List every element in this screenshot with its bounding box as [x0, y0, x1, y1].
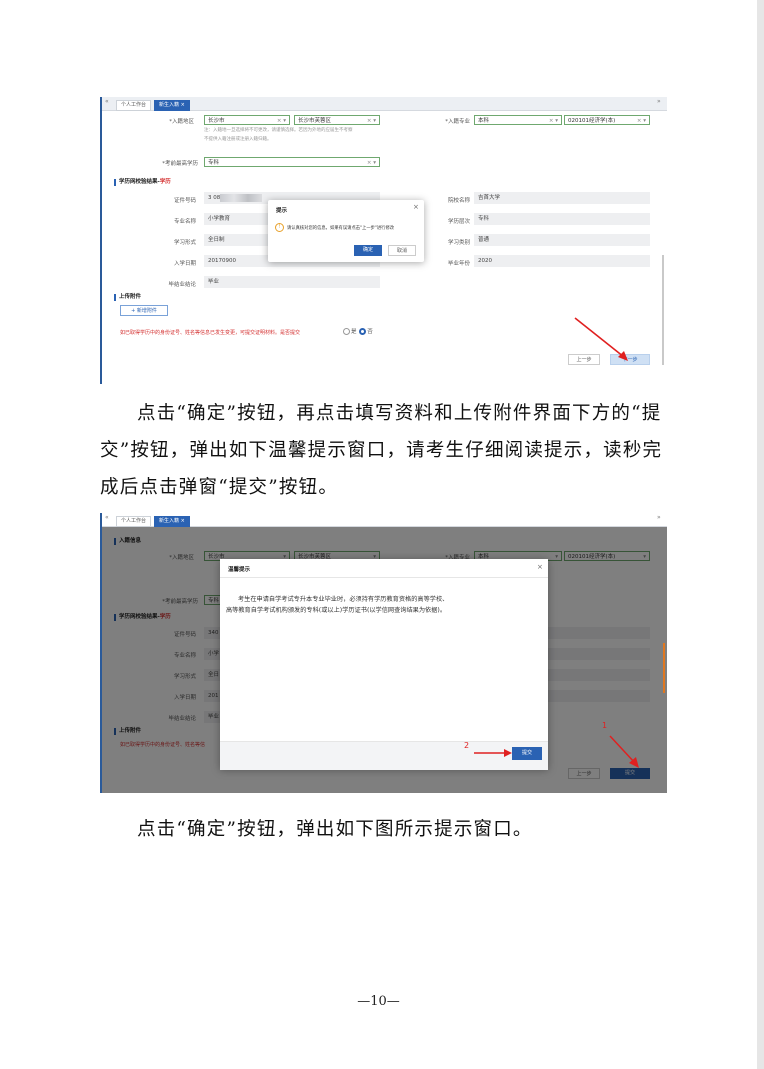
verify-section-red: 学历	[159, 179, 171, 185]
confirm-button[interactable]: 确定	[354, 245, 382, 256]
row-label: 证件号码	[173, 198, 196, 204]
tab-bar: « 个人工作台 新生入籍 × »	[102, 97, 667, 111]
major-select-value: 020101经济学(本)	[568, 118, 616, 124]
notice-dialog: 温馨提示 × 考生在申请自学考试专升本专业毕业时，必须持有学历教育资格的高等学校…	[220, 559, 548, 770]
cancel-button[interactable]: 取消	[388, 245, 416, 256]
id-number-value: 3 08	[208, 195, 221, 201]
radio-no[interactable]	[359, 328, 367, 335]
study-form-value: 全日制	[208, 237, 225, 243]
scrollbar[interactable]	[663, 643, 665, 693]
clear-chevron-icon[interactable]: × ▾	[367, 158, 376, 166]
radio-yes[interactable]	[343, 328, 350, 335]
row-label: 学习类别	[447, 240, 470, 246]
tab-enrollment-label: 新生入籍	[159, 102, 180, 108]
clear-chevron-icon[interactable]: × ▾	[549, 116, 558, 124]
submit-proof-radio-group: 是 否	[342, 327, 373, 335]
collapse-left-icon[interactable]: «	[105, 98, 109, 105]
major-name-value: 小学教育	[208, 216, 231, 222]
warning-icon: !	[275, 223, 284, 232]
close-icon[interactable]: ×	[537, 563, 543, 571]
study-type-value: 普通	[478, 237, 490, 243]
dialog-message: 请认真核对您的信息，如果有误请点击"上一步"进行修改	[287, 226, 395, 231]
level-select[interactable]: 本科 × ▾	[474, 115, 562, 125]
region-note-line1: 注：入籍地一旦选择将不可更改，请谨慎选择。若因为外地的应届生不考察	[204, 128, 353, 133]
collapse-right-icon[interactable]: »	[657, 514, 661, 521]
district-select-value: 长沙市芙蓉区	[298, 118, 332, 124]
tab-bar: « 个人工作台 新生入籍 × »	[102, 513, 667, 527]
collapse-right-icon[interactable]: »	[657, 98, 661, 105]
major-select[interactable]: 020101经济学(本) × ▾	[564, 115, 650, 125]
radio-yes-label: 是	[351, 329, 357, 335]
screenshot-confirm-dialog: « 个人工作台 新生入籍 × » *入籍地区 长沙市 × ▾ 长沙市芙蓉区 × ▾ …	[100, 97, 667, 384]
scrollbar[interactable]	[662, 255, 664, 365]
grad-year-value: 2020	[478, 258, 492, 264]
notice-line-1: 考生在申请自学考试专升本专业毕业时，必须持有学历教育资格的高等学校、	[238, 596, 449, 603]
dialog-header	[220, 559, 548, 578]
close-icon[interactable]: ×	[413, 203, 419, 211]
major-label: *入籍专业	[445, 119, 470, 125]
edu-level-field: 专科	[474, 213, 650, 225]
red-arrow-annotation-2	[474, 749, 512, 757]
row-label: 毕结业结论	[168, 282, 196, 288]
row-label: 专业名称	[173, 219, 196, 225]
instruction-paragraph-2: 点击“确定”按钮，弹出如下图所示提示窗口。	[137, 819, 533, 840]
min-edu-label: *考前最高学历	[162, 161, 198, 167]
tab-enrollment[interactable]: 新生入籍 ×	[154, 516, 190, 527]
notice-line-2: 高等教育自学考试机构颁发的专科(或以上)学历证书(以学信网查询结果为依据)。	[226, 607, 447, 614]
level-select-value: 本科	[478, 118, 490, 124]
study-type-field: 普通	[474, 234, 650, 246]
annotation-number-2: 2	[464, 741, 470, 750]
district-select[interactable]: 长沙市芙蓉区 × ▾	[294, 115, 380, 125]
change-warning-text: 如已取得学历中的身份证号、姓名等信息已发生变更，可提交证明材料。是否提交	[120, 330, 301, 336]
graduation-conclusion-value: 毕业	[208, 279, 220, 285]
screenshot-submit-dialog: « 个人工作台 新生入籍 × » 入籍信息 *入籍地区 长沙市▾ 长沙市芙蓉区▾…	[100, 513, 667, 793]
row-label: 学历层次	[447, 219, 470, 225]
page-number: —10—	[357, 994, 400, 1009]
red-arrow-annotation	[574, 317, 628, 361]
min-edu-select[interactable]: 专科 × ▾	[204, 157, 380, 167]
close-icon[interactable]: ×	[181, 518, 185, 524]
row-label: 毕业年份	[447, 261, 470, 267]
page-shadow	[757, 0, 764, 1069]
redacted-blur	[220, 194, 262, 202]
radio-no-label: 否	[367, 329, 373, 335]
min-edu-value: 专科	[208, 160, 220, 166]
add-attachment-button[interactable]: + 新增附件	[120, 305, 168, 316]
grad-year-field: 2020	[474, 255, 650, 267]
verify-section-title: 学历网校验结果-学历	[114, 179, 171, 186]
upload-section-title: 上传附件	[114, 294, 141, 301]
red-arrow-annotation-1	[609, 735, 639, 768]
tab-enrollment-label: 新生入籍	[159, 518, 180, 524]
edu-level-value: 专科	[478, 216, 490, 222]
graduation-conclusion-field: 毕业	[204, 276, 380, 288]
clear-chevron-icon[interactable]: × ▾	[277, 116, 286, 124]
dialog-submit-button[interactable]: 提交	[512, 747, 542, 760]
tab-enrollment[interactable]: 新生入籍 ×	[154, 100, 190, 111]
row-label: 入学日期	[173, 261, 196, 267]
entry-region-label: *入籍地区	[169, 119, 194, 125]
enroll-date-value: 20170900	[208, 258, 236, 264]
school-name-field: 吉首大学	[474, 192, 650, 204]
tab-workbench[interactable]: 个人工作台	[116, 100, 152, 111]
upload-section-text: 上传附件	[119, 294, 142, 300]
verify-section-text: 学历网校验结果-	[119, 179, 160, 185]
row-label: 学习形式	[173, 240, 196, 246]
dialog-title: 温馨提示	[228, 567, 251, 573]
row-label: 院校名称	[447, 198, 470, 204]
tab-workbench[interactable]: 个人工作台	[116, 516, 152, 527]
city-select[interactable]: 长沙市 × ▾	[204, 115, 290, 125]
confirm-dialog: 提示 × ! 请认真核对您的信息，如果有误请点击"上一步"进行修改 确定 取消	[268, 200, 424, 262]
school-name-value: 吉首大学	[478, 195, 501, 201]
annotation-number-1: 1	[602, 721, 608, 730]
clear-chevron-icon[interactable]: × ▾	[367, 116, 376, 124]
city-select-value: 长沙市	[208, 118, 225, 124]
region-note-line2: 不提供入籍注册或注册入籍归籍。	[204, 137, 272, 142]
collapse-left-icon[interactable]: «	[105, 514, 109, 521]
close-icon[interactable]: ×	[181, 102, 185, 108]
dialog-title: 提示	[276, 208, 288, 214]
instruction-paragraph-1: 点击“确定”按钮，再点击填写资料和上传附件界面下方的“提交”按钮，弹出如下温馨提…	[100, 403, 663, 498]
clear-chevron-icon[interactable]: × ▾	[637, 116, 646, 124]
